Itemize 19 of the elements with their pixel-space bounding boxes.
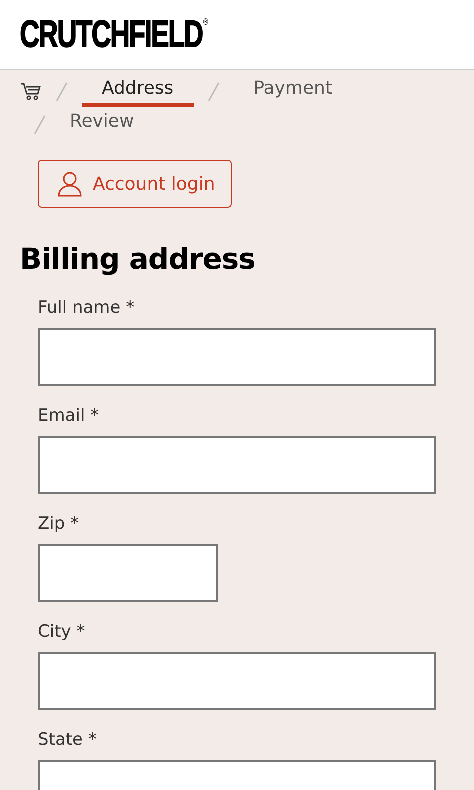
breadcrumb-divider (208, 82, 220, 102)
person-icon (57, 171, 83, 197)
breadcrumb-divider (56, 82, 68, 102)
input-field[interactable] (38, 328, 436, 386)
cart-icon[interactable] (20, 82, 42, 102)
input-field[interactable] (38, 436, 436, 494)
field-label: Zip * (38, 514, 80, 534)
field-label: City * (38, 622, 86, 642)
field-label: Full name * (38, 298, 136, 318)
breadcrumb-step[interactable]: Address (82, 76, 194, 107)
field-label: Email * (38, 406, 100, 426)
breadcrumb-divider (34, 114, 46, 134)
input-field[interactable] (38, 544, 218, 602)
field-label: State * (38, 730, 98, 750)
breadcrumb-step[interactable]: Review (60, 109, 144, 140)
page-title: Billing address (20, 242, 256, 276)
breadcrumb-step[interactable]: Payment (234, 76, 352, 107)
account-login-button[interactable]: Account login (38, 160, 232, 208)
input-field[interactable] (38, 652, 436, 710)
